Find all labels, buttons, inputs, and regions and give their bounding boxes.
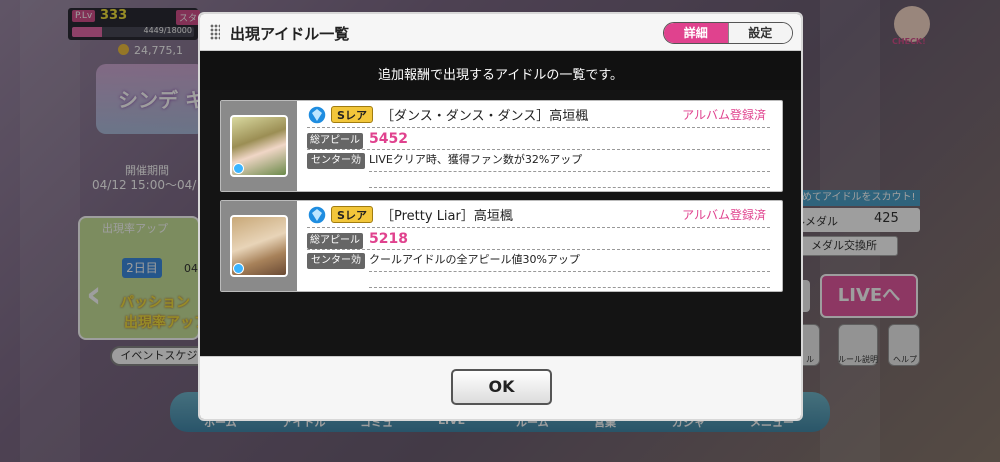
- appeal-label: 総アピール: [307, 133, 363, 149]
- divider: [307, 249, 770, 250]
- grip-icon: [210, 24, 220, 40]
- divider: [307, 227, 770, 228]
- view-toggle: 詳細 設定: [663, 22, 793, 44]
- diamond-icon: [307, 205, 327, 225]
- rarity-badge: Sレア: [331, 206, 373, 223]
- idol-portrait: [230, 215, 288, 277]
- dialog-header: 出現アイドル一覧 詳細 設定: [200, 14, 801, 51]
- album-status: アルバム登録済: [682, 108, 766, 122]
- divider: [307, 149, 770, 150]
- ok-button[interactable]: OK: [451, 369, 552, 405]
- tab-settings[interactable]: 設定: [727, 23, 792, 43]
- diamond-icon: [233, 163, 244, 174]
- idol-card[interactable]: Sレア ［ダンス・ダンス・ダンス］高垣楓 アルバム登録済 総アピール 5452 …: [220, 100, 783, 192]
- idol-list-dialog: 出現アイドル一覧 詳細 設定 追加報酬で出現するアイドルの一覧です。 Sレア ［…: [198, 12, 803, 421]
- rarity-badge: Sレア: [331, 106, 373, 123]
- diamond-icon: [233, 263, 244, 274]
- idol-list[interactable]: Sレア ［ダンス・ダンス・ダンス］高垣楓 アルバム登録済 総アピール 5452 …: [200, 90, 801, 360]
- idol-card[interactable]: Sレア ［Pretty Liar］高垣楓 アルバム登録済 総アピール 5218 …: [220, 200, 783, 292]
- album-status: アルバム登録済: [682, 208, 766, 222]
- center-label: センター効果: [307, 153, 365, 182]
- divider: [369, 287, 770, 288]
- idol-thumb-frame: [221, 201, 297, 291]
- idol-name: ［ダンス・ダンス・ダンス］高垣楓: [381, 109, 589, 124]
- appeal-value: 5218: [369, 231, 408, 247]
- center-effect: LIVEクリア時、獲得ファン数が32%アップ: [369, 153, 583, 166]
- center-label: センター効果: [307, 253, 365, 282]
- idol-name: ［Pretty Liar］高垣楓: [381, 209, 513, 224]
- idol-portrait: [230, 115, 288, 177]
- appeal-label: 総アピール: [307, 233, 363, 249]
- divider: [369, 271, 770, 272]
- dialog-footer: OK: [200, 356, 801, 419]
- divider: [369, 171, 770, 172]
- idol-thumb-frame: [221, 101, 297, 191]
- dialog-title: 出現アイドル一覧: [230, 25, 350, 43]
- diamond-icon: [307, 105, 327, 125]
- divider: [307, 127, 770, 128]
- divider: [369, 187, 770, 188]
- tab-detail[interactable]: 詳細: [664, 23, 728, 43]
- dialog-description: 追加報酬で出現するアイドルの一覧です。: [377, 68, 624, 83]
- appeal-value: 5452: [369, 131, 408, 147]
- center-effect: クールアイドルの全アピール値30%アップ: [369, 253, 580, 266]
